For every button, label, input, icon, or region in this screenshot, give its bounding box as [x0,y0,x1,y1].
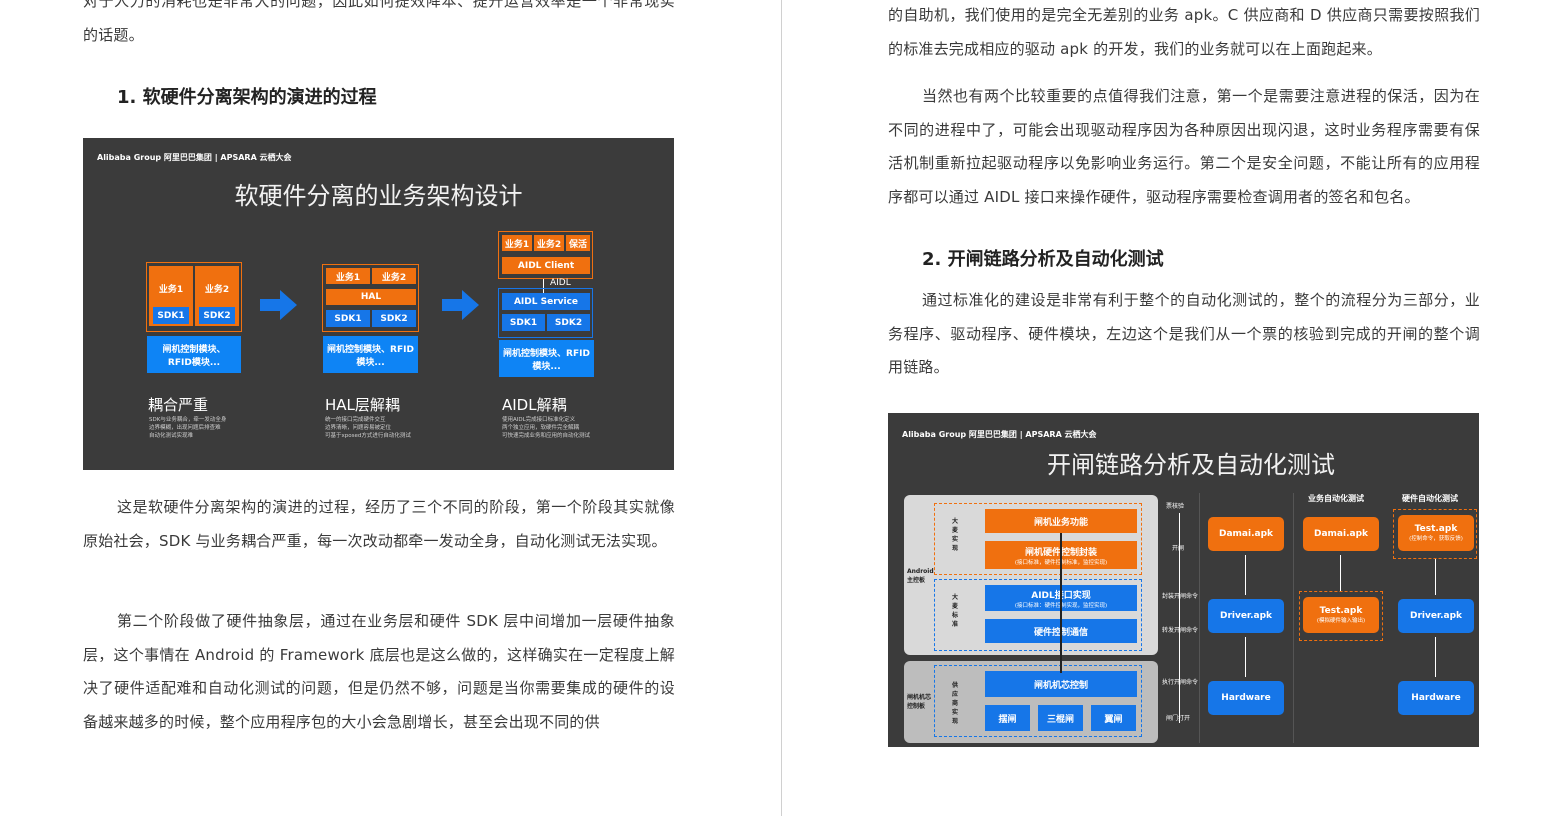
stage1-desc-line: 边界模糊，出现问题后排查难 [149,425,221,431]
aidl-label: AIDL [550,278,571,288]
damai-apk-box: Damai.apk [1303,517,1379,551]
flow-step: 票核验 [1166,503,1185,510]
flow-step: 转发开闸命令 [1162,627,1199,634]
test-apk-box: Test.apk (控制命令，获取反馈) [1398,515,1474,551]
flow-step: 封装开闸命令 [1162,593,1199,600]
damai-impl-label: 大麦实现 [952,518,959,552]
stage3-desc-line: 使用AIDL完成接口标准化定义 [502,417,576,423]
wing-gate-box: 翼闸 [1091,705,1136,731]
section-divider [1293,493,1294,743]
paragraph-continued: 的自助机，我们使用的是完全无差别的业务 apk。C 供应商和 D 供应商只需要按… [888,6,1480,58]
test-apk-box: Test.apk (模拟硬件输入输出) [1303,597,1379,633]
stage2-biz2: 业务2 [372,268,416,284]
stage-arrow-icon [260,290,297,320]
stage2-desc: 统一的接口完成硬件交互 边界清晰，问题容易被定位 可基于xposed方式进行自动… [325,416,411,440]
hardware-box: Hardware [1398,681,1474,715]
flow-connector [1245,637,1246,677]
flow-step: 执行开闸命令 [1162,679,1199,686]
section-heading-2: 2. 开闸链路分析及自动化测试 [922,249,1164,270]
paragraph-stage2: 第二个阶段做了硬件抽象层，通过在业务层和硬件 SDK 层中间增加一层硬件抽象层，… [83,612,675,731]
test-apk-label: Test.apk [1414,524,1458,534]
section-heading-1: 1. 软硬件分离架构的演进的过程 [117,87,377,108]
stage1-title: 耦合严重 [148,396,209,414]
swing-gate-box: 摆闸 [985,705,1030,731]
flow-connector [1435,637,1436,677]
driver-apk-box: Driver.apk [1398,599,1474,633]
stage2-desc-line: 统一的接口完成硬件交互 [325,417,386,423]
paragraph-key-points: 当然也有两个比较重要的点值得我们注意，第一个是需要注意进程的保活，因为在不同的进… [888,87,1480,206]
test-apk-label: Test.apk [1319,606,1363,616]
stage3-desc: 使用AIDL完成接口标准化定义 两个独立应用，软硬件完全解耦 可快速完成业务和应… [502,416,590,440]
damai-apk-box: Damai.apk [1208,517,1284,551]
stage2-title: HAL层解耦 [325,396,400,414]
slide-logo: Alibaba Group 阿里巴巴集团 | APSARA 云栖大会 [97,153,292,162]
stage3-sdk1: SDK1 [502,314,545,331]
test-apk-sub: (控制命令，获取反馈) [1409,536,1463,542]
gate-chain-slide: Alibaba Group 阿里巴巴集团 | APSARA 云栖大会 开闸链路分… [888,413,1479,747]
stage-arrow-icon [442,290,479,320]
stage2-hardware: 闸机控制模块、RFID模块... [323,336,418,373]
stage3-biz2: 业务2 [534,235,564,251]
driver-apk-box: Driver.apk [1208,599,1284,633]
stage3-keepalive: 保活 [566,235,590,251]
damai-std-label: 大麦标准 [952,594,959,628]
stack-connector [1060,533,1062,673]
stage2-sdk2: SDK2 [372,310,416,327]
stage3-biz1: 业务1 [502,235,532,251]
hardware-box: Hardware [1208,681,1284,715]
stage3-desc-line: 两个独立应用，软硬件完全解耦 [502,425,580,431]
android-board-label: Android主控板 [907,568,934,584]
stage3-aidl-client: AIDL Client [502,257,590,274]
paragraph-intro: 对于人力的消耗也是非常大的问题，因此如何提效降本、提升运营效率是一个非常现实的话… [83,0,675,44]
slide-title: 开闸链路分析及自动化测试 [1047,451,1335,479]
flow-step: 闸门打开 [1166,715,1191,722]
stage2-desc-line: 边界清晰，问题容易被定位 [325,425,392,431]
stage2-sdk1: SDK1 [326,310,370,327]
stage1-desc-line: 自动化测试实现难 [149,433,194,439]
paragraph-stage1: 这是软硬件分离架构的演进的过程，经历了三个不同的阶段，第一个阶段其实就像原始社会… [83,498,675,550]
stage1-sdk1: SDK1 [153,307,189,324]
chip-control-box: 闸机机芯控制 [985,671,1137,697]
stage1-hardware: 闸机控制模块、RFID模块... [147,336,241,373]
flow-connector [1435,559,1436,595]
flow-connector [1340,555,1341,591]
slide-title: 软硬件分离的业务架构设计 [234,182,523,210]
biz-function-box: 闸机业务功能 [985,509,1137,533]
stage2-biz1: 业务1 [326,268,370,284]
stage2-hal: HAL [326,289,416,305]
stage3-aidl-service: AIDL Service [502,293,590,310]
paragraph-automation: 通过标准化的建设是非常有利于整个的自动化测试的，整个的流程分为三部分，业务程序、… [888,291,1480,376]
vendor-impl-label: 供应商实现 [952,682,959,725]
biz-test-header: 业务自动化测试 [1308,494,1364,503]
test-apk-sub: (模拟硬件输入输出) [1316,618,1366,624]
stage3-hardware: 闸机控制模块、RFID模块... [499,340,594,377]
stage3-desc-line: 可快速完成业务和应用的自动化测试 [502,433,591,439]
stage1-desc-line: SDK与业务耦合，牵一发动全身 [149,417,227,423]
architecture-slide: Alibaba Group 阿里巴巴集团 | APSARA 云栖大会 软硬件分离… [83,138,674,470]
hw-test-header: 硬件自动化测试 [1402,494,1458,503]
stage2-desc-line: 可基于xposed方式进行自动化测试 [325,433,411,439]
stage1-desc: SDK与业务耦合，牵一发动全身 边界模糊，出现问题后排查难 自动化测试实现难 [149,416,226,440]
tripod-gate-box: 三棍闸 [1038,705,1083,731]
stage3-title: AIDL解耦 [502,396,567,414]
section-divider [1199,493,1200,743]
flow-connector [1245,555,1246,595]
chip-board-label: 闸机机芯控制板 [907,694,932,710]
stage3-sdk2: SDK2 [547,314,590,331]
flow-step: 开闸 [1172,545,1185,552]
slide-logo: Alibaba Group 阿里巴巴集团 | APSARA 云栖大会 [902,430,1097,439]
page-divider [781,0,782,816]
stage1-sdk2: SDK2 [199,307,235,324]
